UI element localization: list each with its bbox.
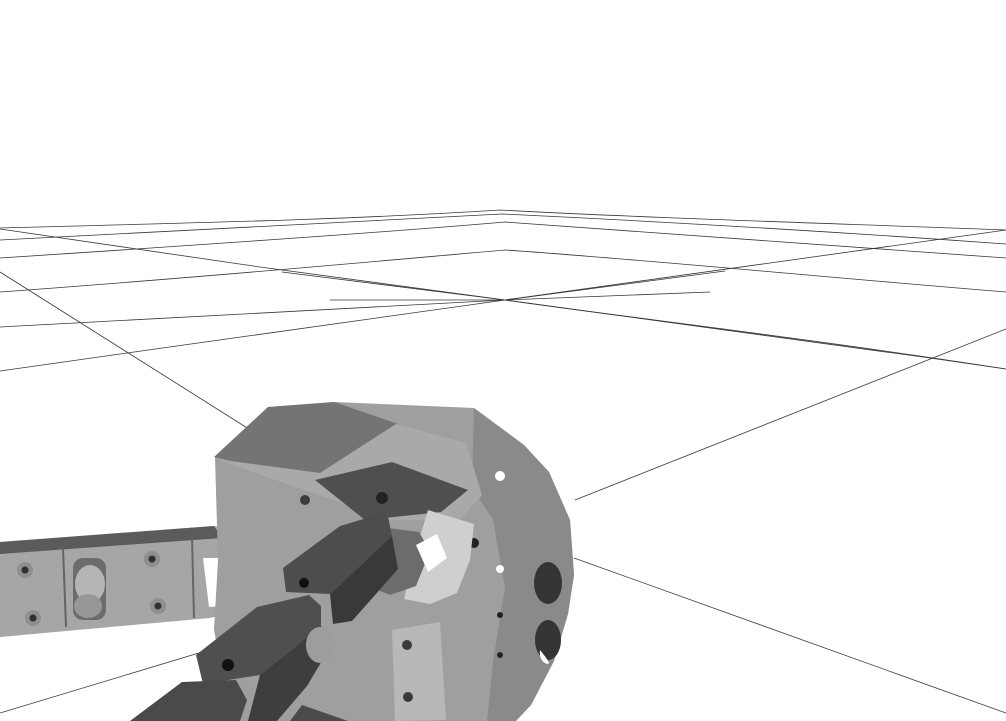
vent-hole-icon — [497, 652, 503, 658]
robot-finger-roller — [306, 627, 334, 663]
screw-hole-icon — [402, 640, 412, 650]
screw-hole-icon — [29, 614, 37, 622]
robot-joint-pin — [74, 594, 102, 618]
robot-lower-plate — [392, 622, 446, 721]
vent-hole-icon — [496, 565, 504, 573]
screw-hole-icon — [154, 602, 162, 610]
screw-hole-icon — [21, 566, 29, 574]
3d-viewport[interactable] — [0, 0, 1006, 721]
vent-hole-icon — [495, 471, 505, 481]
screw-hole-icon — [222, 659, 234, 671]
screw-hole-icon — [300, 495, 310, 505]
scene-canvas[interactable] — [0, 0, 1006, 721]
screw-hole-icon — [376, 492, 388, 504]
screw-hole-icon — [403, 692, 413, 702]
large-hole-icon — [535, 620, 561, 660]
screw-hole-icon — [299, 578, 309, 588]
screw-hole-icon — [148, 555, 156, 563]
vent-hole-icon — [497, 612, 503, 618]
large-hole-icon — [534, 562, 562, 604]
